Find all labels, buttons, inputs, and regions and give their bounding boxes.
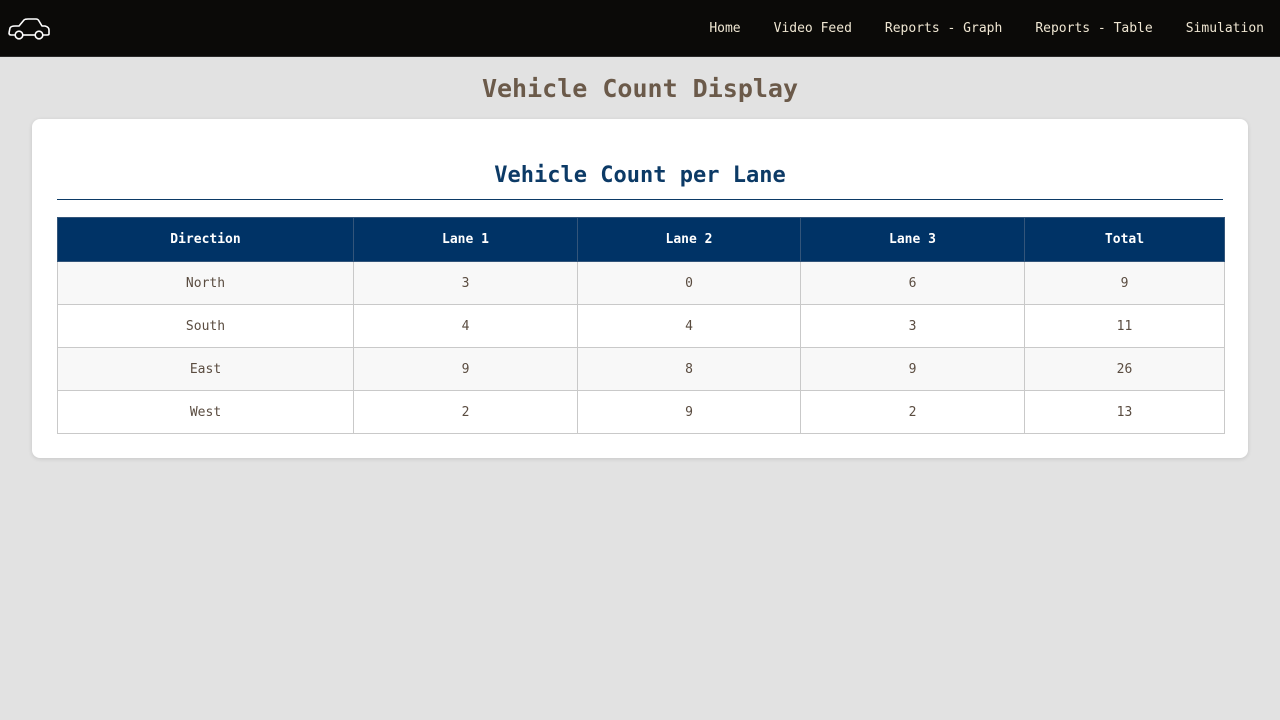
cell-direction: North <box>57 261 354 305</box>
cell-total: 13 <box>1024 390 1225 434</box>
nav-links: Home Video Feed Reports - Graph Reports … <box>676 0 1264 57</box>
vehicle-count-table: Direction Lane 1 Lane 2 Lane 3 Total Nor… <box>57 217 1225 434</box>
nav-link-home[interactable]: Home <box>709 21 740 36</box>
table-header-row: Direction Lane 1 Lane 2 Lane 3 Total <box>57 217 1225 262</box>
cell-lane-2: 0 <box>577 261 801 305</box>
column-header-lane-3: Lane 3 <box>800 217 1025 262</box>
cell-lane-2: 8 <box>577 347 801 391</box>
table-row: North 3 0 6 9 <box>57 261 1225 305</box>
cell-direction: South <box>57 304 354 348</box>
cell-lane-3: 9 <box>800 347 1025 391</box>
column-header-direction: Direction <box>57 217 354 262</box>
cell-lane-1: 4 <box>353 304 578 348</box>
cell-lane-2: 9 <box>577 390 801 434</box>
cell-direction: East <box>57 347 354 391</box>
cell-total: 9 <box>1024 261 1225 305</box>
table-row: West 2 9 2 13 <box>57 390 1225 434</box>
cell-lane-1: 2 <box>353 390 578 434</box>
cell-lane-1: 3 <box>353 261 578 305</box>
cell-lane-3: 3 <box>800 304 1025 348</box>
card-title: Vehicle Count per Lane <box>494 163 786 188</box>
cell-lane-2: 4 <box>577 304 801 348</box>
cell-lane-3: 2 <box>800 390 1025 434</box>
navbar: Home Video Feed Reports - Graph Reports … <box>0 0 1280 57</box>
table-row: East 9 8 9 26 <box>57 347 1225 391</box>
page-title: Vehicle Count Display <box>481 74 799 103</box>
cell-direction: West <box>57 390 354 434</box>
nav-link-video-feed[interactable]: Video Feed <box>774 21 852 36</box>
nav-link-reports-table[interactable]: Reports - Table <box>1035 21 1152 36</box>
vehicle-count-card: Vehicle Count per Lane Direction Lane 1 … <box>32 119 1248 458</box>
nav-link-reports-graph[interactable]: Reports - Graph <box>885 21 1002 36</box>
cell-total: 11 <box>1024 304 1225 348</box>
car-icon[interactable] <box>7 16 51 42</box>
column-header-lane-2: Lane 2 <box>577 217 801 262</box>
column-header-total: Total <box>1024 217 1225 262</box>
table-row: South 4 4 3 11 <box>57 304 1225 348</box>
title-divider <box>57 199 1223 200</box>
column-header-lane-1: Lane 1 <box>353 217 578 262</box>
cell-lane-1: 9 <box>353 347 578 391</box>
nav-link-simulation[interactable]: Simulation <box>1186 21 1264 36</box>
cell-lane-3: 6 <box>800 261 1025 305</box>
cell-total: 26 <box>1024 347 1225 391</box>
